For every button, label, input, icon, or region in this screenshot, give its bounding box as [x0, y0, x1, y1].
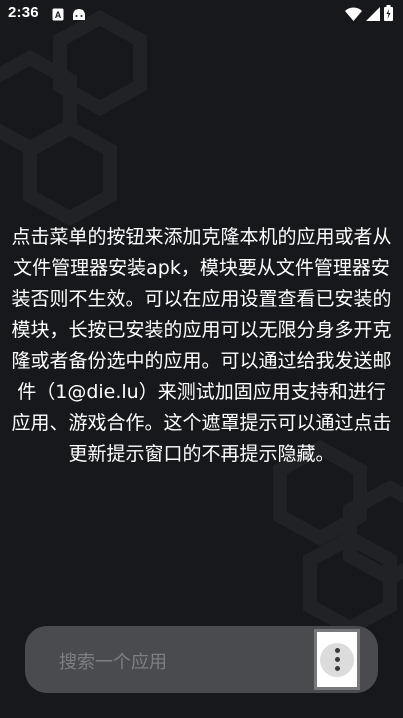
- android-icon: [72, 6, 86, 25]
- svg-text:A: A: [55, 10, 62, 20]
- overlay-hint-text: 点击菜单的按钮来添加克隆本机的应用或者从文件管理器安装apk，模块要从文件管理器…: [11, 226, 392, 465]
- status-notification-icons: A: [52, 6, 86, 25]
- menu-button[interactable]: [317, 632, 357, 687]
- search-bar[interactable]: 搜索一个应用: [25, 626, 378, 693]
- menu-dot: [334, 666, 340, 671]
- menu-dot: [334, 657, 340, 662]
- wifi-icon: [345, 6, 362, 25]
- menu-dot: [334, 648, 340, 653]
- signal-icon: [366, 6, 380, 25]
- more-vertical-icon[interactable]: [320, 642, 354, 677]
- a-notification-icon: A: [52, 6, 64, 25]
- search-placeholder[interactable]: 搜索一个应用: [59, 648, 167, 674]
- status-system-icons: [345, 5, 393, 25]
- battery-icon: [384, 5, 393, 25]
- status-bar: 2:36 A: [0, 0, 403, 28]
- status-time: 2:36: [8, 4, 39, 21]
